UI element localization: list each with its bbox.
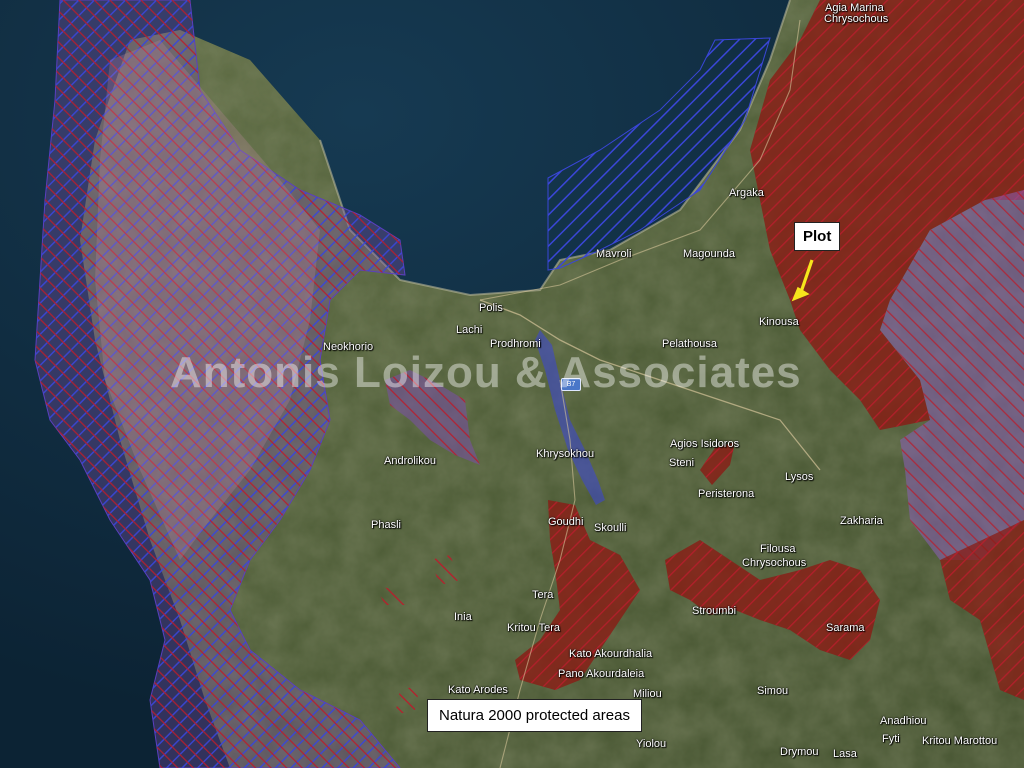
place-label-chrysochous-south: Chrysochous	[742, 557, 807, 569]
place-label-lasa: Lasa	[833, 748, 857, 760]
watermark-text: Antonis Loizou & Associates	[170, 348, 802, 397]
place-label-mavroli: Mavroli	[596, 248, 632, 260]
place-label-polis: Polis	[479, 302, 503, 314]
place-label-magounda: Magounda	[683, 248, 735, 260]
place-label-skoulli: Skoulli	[594, 522, 627, 534]
place-label-androlikou: Androlikou	[384, 455, 436, 467]
place-label-stroumbi: Stroumbi	[692, 605, 737, 617]
place-label-kato-arodes: Kato Arodes	[448, 684, 508, 696]
place-label-chrysochous-north: Chrysochous	[824, 13, 889, 25]
place-label-fyti: Fyti	[882, 733, 900, 745]
place-label-filousa: Filousa	[760, 543, 796, 555]
place-label-kinousa: Kinousa	[759, 316, 799, 328]
place-label-argaka: Argaka	[729, 187, 764, 199]
place-label-sarama: Sarama	[826, 622, 865, 634]
place-label-kritou-marottou: Kritou Marottou	[922, 735, 998, 747]
legend-callout: Natura 2000 protected areas	[427, 699, 642, 732]
place-label-inia: Inia	[454, 611, 472, 623]
place-label-peristerona: Peristerona	[698, 488, 755, 500]
satellite-map[interactable]: B7 Agia Marina Chrysochous Argaka Mavrol…	[0, 0, 1024, 768]
place-label-lachi: Lachi	[456, 324, 483, 336]
place-label-yiolou: Yiolou	[636, 738, 667, 750]
place-label-agios-isidoros: Agios Isidoros	[670, 438, 740, 450]
place-label-khrysokhou: Khrysokhou	[536, 448, 595, 460]
place-label-simou: Simou	[757, 685, 789, 697]
place-label-goudhi: Goudhi	[548, 516, 584, 528]
place-label-lysos: Lysos	[785, 471, 814, 483]
place-label-pano-akourdaleia: Pano Akourdaleia	[558, 668, 645, 680]
place-label-zakharia: Zakharia	[840, 515, 883, 527]
place-label-drymou: Drymou	[780, 746, 819, 758]
place-label-kritou-tera: Kritou Tera	[507, 622, 560, 634]
place-label-phasli: Phasli	[371, 519, 401, 531]
place-label-tera: Tera	[532, 589, 554, 601]
place-label-steni: Steni	[669, 457, 695, 469]
plot-callout: Plot	[794, 222, 841, 251]
place-label-kato-akourdhalia: Kato Akourdhalia	[569, 648, 653, 660]
place-label-anadhiou: Anadhiou	[880, 715, 927, 727]
